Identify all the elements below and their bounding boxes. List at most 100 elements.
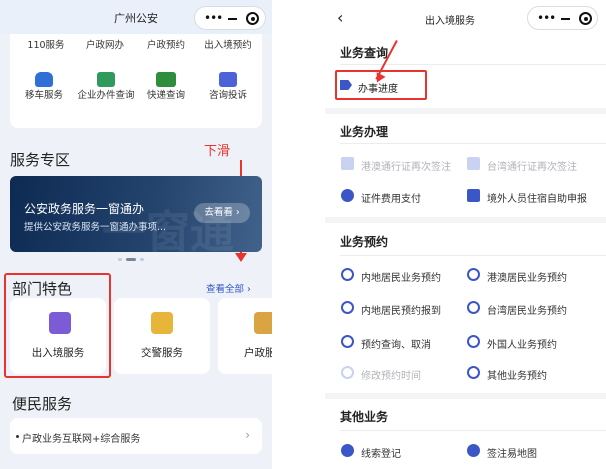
item-other-appointment[interactable]: 其他业务预约	[467, 366, 547, 382]
item-taiwan-endorse[interactable]: 台湾通行证再次签注	[467, 157, 577, 173]
section-handle-title: 业务办理	[340, 125, 389, 139]
annotation-highlight-box	[4, 273, 111, 378]
service-consult-complaint[interactable]: 咨询投诉	[198, 72, 258, 101]
left-phone-screen: 广州公安 ••• 110服务 户政网办 户政预约 出入境预约 移车服务 企业办件…	[0, 0, 272, 469]
service-label: 咨询投诉	[208, 90, 247, 101]
item-label: 外国人业务预约	[487, 340, 557, 351]
item-label: 签注易地图	[487, 449, 537, 460]
chat-icon	[219, 72, 237, 87]
item-label: 修改预约时间	[361, 371, 421, 382]
item-modify-appointment[interactable]: 修改预约时间	[341, 366, 421, 382]
item-taiwan-appointment[interactable]: 台湾居民业务预约	[467, 301, 567, 317]
minimize-icon[interactable]	[228, 18, 237, 20]
see-all-label: 查看全部	[206, 284, 245, 295]
clock-icon	[341, 268, 354, 281]
divider	[340, 64, 606, 65]
service-household-appointment[interactable]: 户政预约	[136, 40, 196, 51]
form-icon	[467, 189, 480, 202]
bullet-icon	[16, 435, 19, 438]
clock-icon	[467, 366, 480, 379]
carousel-dot	[140, 258, 144, 261]
convenience-item-label: 户政业务互联网+综合服务	[22, 434, 141, 445]
item-hk-macao-endorse[interactable]: 港澳通行证再次签注	[341, 157, 451, 173]
more-icon[interactable]: •••	[204, 10, 223, 26]
chevron-right-icon: ›	[245, 428, 250, 442]
dept-card-label: 交警服务	[141, 347, 183, 359]
item-foreigner-lodging[interactable]: 境外人员住宿自助申报	[467, 189, 587, 205]
divider	[340, 430, 606, 431]
section-gap	[325, 393, 606, 399]
convenience-item[interactable]: 户政业务互联网+综合服务 ›	[10, 418, 262, 454]
dept-card-household[interactable]: 户政服	[218, 298, 272, 374]
see-all-link[interactable]: 查看全部 ›	[206, 281, 251, 295]
clock-icon	[467, 335, 480, 348]
item-foreigner-appointment[interactable]: 外国人业务预约	[467, 335, 557, 351]
back-arrow-icon[interactable]: ‹	[337, 8, 343, 27]
top-services-card: 110服务 户政网办 户政预约 出入境预约 移车服务 企业办件查询 快递查询 咨…	[10, 34, 262, 128]
dept-card-label: 户政服	[244, 347, 272, 359]
item-mainland-checkin[interactable]: 内地居民预约报到	[341, 301, 441, 317]
item-mainland-appointment[interactable]: 内地居民业务预约	[341, 268, 441, 284]
traffic-police-icon	[151, 312, 173, 334]
divider	[340, 255, 606, 256]
clock-icon	[341, 335, 354, 348]
item-fee-payment[interactable]: 证件费用支付	[341, 189, 421, 205]
service-110[interactable]: 110服务	[16, 40, 76, 51]
service-car-move[interactable]: 移车服务	[14, 72, 74, 101]
truck-icon	[156, 72, 176, 87]
location-icon	[467, 444, 480, 457]
clock-icon	[341, 366, 354, 379]
clock-icon	[467, 301, 480, 314]
minimize-icon[interactable]	[561, 18, 570, 20]
dept-card-traffic[interactable]: 交警服务	[114, 298, 210, 374]
item-label: 台湾通行证再次签注	[487, 162, 577, 173]
section-query-title: 业务查询	[340, 46, 389, 60]
banner-headline: 公安政务服务一窗通办	[24, 202, 145, 216]
carousel-dot	[118, 258, 122, 261]
item-appointment-query-cancel[interactable]: 预约查询、取消	[341, 335, 431, 351]
enterprise-query-icon	[97, 72, 115, 87]
item-label: 内地居民预约报到	[361, 306, 441, 317]
miniprogram-capsule: •••	[194, 6, 266, 30]
item-hk-macao-appointment[interactable]: 港澳居民业务预约	[467, 268, 567, 284]
service-label: 110服务	[27, 40, 65, 51]
clock-icon	[467, 268, 480, 281]
carousel-indicator	[118, 258, 158, 262]
annotation-arrow-head-icon	[235, 253, 247, 262]
title-bar: 广州公安 •••	[0, 0, 272, 34]
section-gap	[325, 108, 606, 114]
more-icon[interactable]: •••	[537, 10, 556, 26]
item-label: 台湾居民业务预约	[487, 306, 567, 317]
banner-go-label: 去看看	[204, 207, 233, 218]
convenience-title: 便民服务	[12, 395, 73, 413]
household-building-icon	[254, 312, 272, 334]
item-label: 证件费用支付	[361, 194, 421, 205]
car-move-icon	[35, 72, 53, 87]
miniprogram-capsule: •••	[527, 6, 598, 30]
page-title: 出入境服务	[425, 16, 475, 27]
service-label: 企业办件查询	[77, 90, 135, 101]
close-target-icon[interactable]	[579, 12, 592, 25]
clock-icon	[341, 301, 354, 314]
item-label: 内地居民业务预约	[361, 273, 441, 284]
banner-subtitle: 提供公安政务服务一窗通办事项...	[24, 222, 167, 233]
divider	[340, 143, 606, 144]
banner-go-button[interactable]: 去看看 ›	[194, 203, 250, 223]
service-label: 户政预约	[146, 40, 185, 51]
item-clue-register[interactable]: 线索登记	[341, 444, 401, 460]
document-icon	[467, 157, 480, 170]
right-phone-screen: ‹ 出入境服务 ••• 业务查询 办事进度 业务办理 港澳通行证再次签注 台湾通…	[325, 0, 606, 469]
item-label: 预约查询、取消	[361, 340, 431, 351]
section-other-title: 其他业务	[340, 410, 389, 424]
promo-banner[interactable]: 一窗通办 公安政务服务一窗通办 提供公安政务服务一窗通办事项... 去看看 ›	[10, 176, 262, 252]
carousel-dot-active	[126, 258, 136, 261]
pin-icon	[341, 444, 354, 457]
service-express-query[interactable]: 快递查询	[136, 72, 196, 101]
service-exit-entry-appointment[interactable]: 出入境预约	[198, 40, 258, 51]
item-endorse-map[interactable]: 签注易地图	[467, 444, 537, 460]
service-household-online[interactable]: 户政网办	[75, 40, 135, 51]
service-zone-title: 服务专区	[10, 151, 71, 169]
service-enterprise-query[interactable]: 企业办件查询	[75, 72, 137, 101]
close-target-icon[interactable]	[246, 12, 259, 25]
service-label: 户政网办	[85, 40, 124, 51]
